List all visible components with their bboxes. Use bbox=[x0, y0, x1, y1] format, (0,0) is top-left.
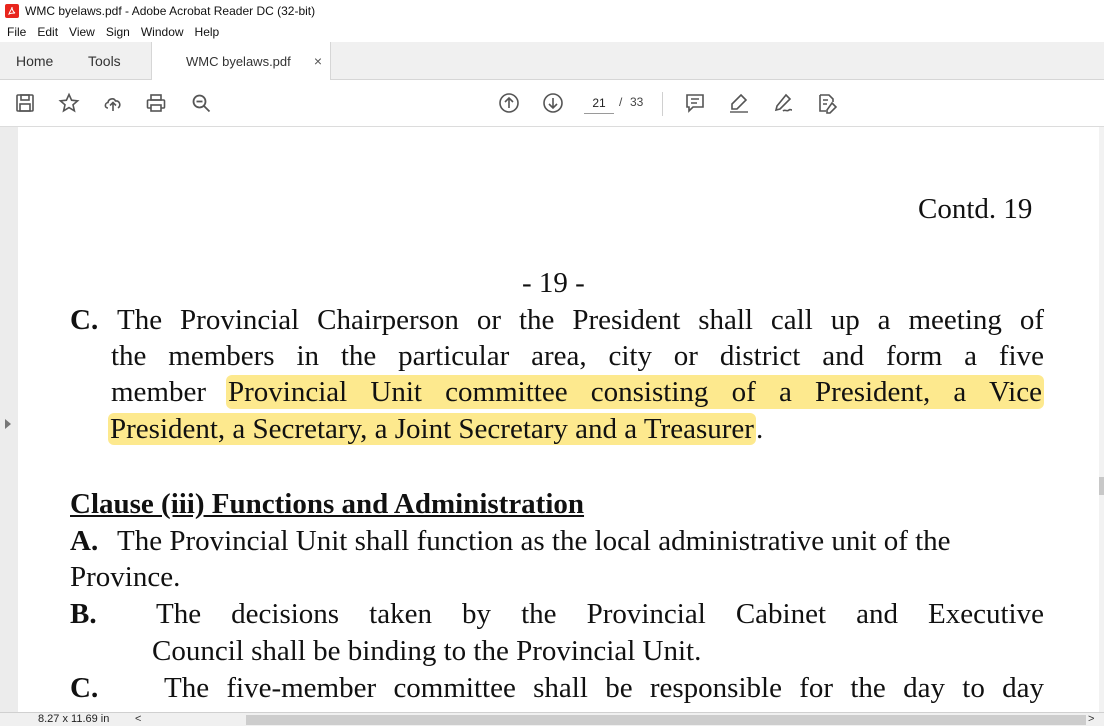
para-c-line-4: President, a Secretary, a Joint Secretar… bbox=[108, 412, 763, 446]
document-viewport[interactable]: Contd. 19 - 19 - C. The Provincial Chair… bbox=[0, 127, 1104, 712]
navigation-pane-toggle[interactable] bbox=[0, 127, 18, 712]
page-number-input[interactable]: 21 bbox=[584, 94, 614, 114]
para-c-line-3-prefix: member bbox=[111, 376, 207, 408]
scroll-right-arrow-icon[interactable]: > bbox=[1088, 713, 1094, 726]
sign-pen-icon[interactable] bbox=[771, 91, 795, 115]
tab-document[interactable]: WMC byelaws.pdf × bbox=[151, 42, 331, 81]
pdf-page: Contd. 19 - 19 - C. The Provincial Chair… bbox=[18, 127, 1099, 712]
print-icon[interactable] bbox=[144, 91, 168, 115]
item-b-line-1: The decisions taken by the Provincial Ca… bbox=[156, 598, 1044, 630]
para-c-line-2: the members in the particular area, city… bbox=[111, 340, 1044, 372]
para-c-line-1: The Provincial Chairperson or the Presid… bbox=[117, 304, 1044, 336]
zoom-search-icon[interactable] bbox=[189, 91, 213, 115]
upload-cloud-icon[interactable] bbox=[101, 91, 125, 115]
toolbar-divider bbox=[662, 92, 663, 116]
star-icon[interactable] bbox=[57, 91, 81, 115]
para-c-marker: C. bbox=[70, 304, 99, 336]
item-c-line-1: The five-member committee shall be respo… bbox=[164, 672, 1044, 704]
para-c-line-4-period: . bbox=[755, 413, 764, 445]
arrow-up-circle-icon[interactable] bbox=[497, 91, 521, 115]
scroll-left-arrow-icon[interactable]: < bbox=[135, 713, 141, 726]
item-b-marker: B. bbox=[70, 598, 97, 630]
tab-bar: Home Tools WMC byelaws.pdf × bbox=[0, 42, 1104, 81]
clause-heading: Clause (iii) Functions and Administratio… bbox=[70, 488, 585, 520]
item-c-marker: C. bbox=[70, 672, 99, 704]
toolbar: 21 / 33 bbox=[0, 80, 1104, 127]
item-b-line-2: Council shall be binding to the Provinci… bbox=[152, 635, 702, 667]
menu-sign[interactable]: Sign bbox=[101, 25, 136, 39]
page-size-label: 8.27 x 11.69 in bbox=[38, 713, 110, 725]
save-icon[interactable] bbox=[13, 91, 37, 115]
tab-tools[interactable]: Tools bbox=[88, 42, 121, 80]
highlighted-text-line-4: President, a Secretary, a Joint Secretar… bbox=[108, 413, 756, 445]
page-separator: / bbox=[619, 95, 623, 109]
arrow-down-circle-icon[interactable] bbox=[541, 91, 565, 115]
highlighted-text-line-3: Provincial Unit committee consisting of … bbox=[226, 375, 1044, 409]
comment-icon[interactable] bbox=[683, 91, 707, 115]
expand-right-arrow-icon bbox=[5, 419, 11, 429]
menu-file[interactable]: File bbox=[2, 25, 32, 39]
item-a-marker: A. bbox=[70, 525, 99, 557]
page-number-label: - 19 - bbox=[522, 267, 585, 299]
menu-bar: File Edit View Sign Window Help bbox=[0, 22, 1104, 42]
item-a-line-1: The Provincial Unit shall function as th… bbox=[117, 525, 951, 557]
menu-view[interactable]: View bbox=[64, 25, 101, 39]
vertical-scrollbar[interactable] bbox=[1099, 127, 1104, 712]
page-total: 33 bbox=[630, 95, 644, 109]
tab-document-label: WMC byelaws.pdf bbox=[186, 54, 291, 69]
horizontal-scroll-thumb[interactable] bbox=[246, 715, 1086, 725]
contd-label: Contd. 19 bbox=[918, 193, 1033, 225]
close-tab-icon[interactable]: × bbox=[314, 53, 322, 69]
acrobat-pdf-icon bbox=[5, 4, 19, 18]
highlight-pen-icon[interactable] bbox=[727, 91, 751, 115]
vertical-scroll-thumb[interactable] bbox=[1099, 477, 1104, 495]
menu-edit[interactable]: Edit bbox=[32, 25, 64, 39]
item-a-line-2: Province. bbox=[70, 561, 181, 593]
menu-window[interactable]: Window bbox=[136, 25, 190, 39]
status-bar: 8.27 x 11.69 in < > bbox=[0, 712, 1104, 726]
tab-home[interactable]: Home bbox=[16, 42, 53, 80]
title-bar: WMC byelaws.pdf - Adobe Acrobat Reader D… bbox=[0, 0, 1104, 22]
window-title: WMC byelaws.pdf - Adobe Acrobat Reader D… bbox=[25, 4, 316, 18]
edit-document-icon[interactable] bbox=[815, 91, 839, 115]
menu-help[interactable]: Help bbox=[190, 25, 226, 39]
